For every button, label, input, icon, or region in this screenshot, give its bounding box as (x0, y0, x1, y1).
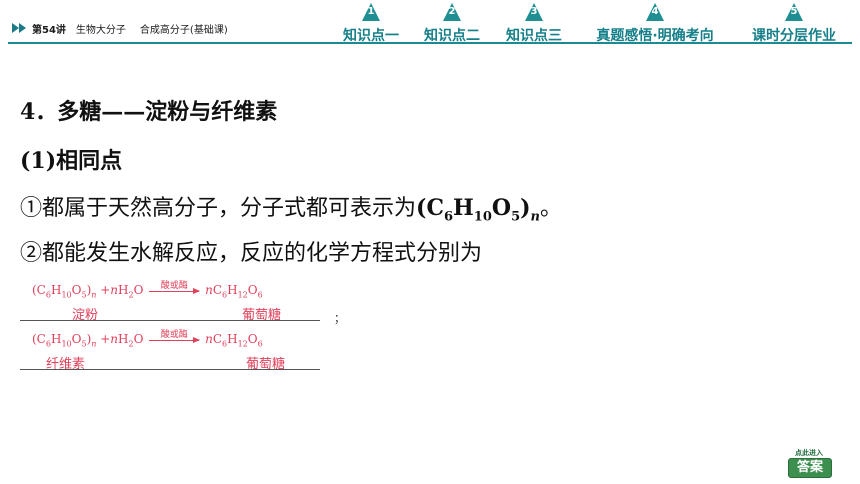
answer-underline (20, 320, 320, 321)
point-1-text: ①都属于天然高分子，分子式都可表示为 (20, 196, 417, 221)
nav-badge-2: 2 (443, 3, 461, 21)
nav-item-knowledge-1[interactable]: 1 知识点一 (336, 0, 406, 48)
point-2: ②都能发生水解反应，反应的化学方程式分别为 (20, 241, 483, 266)
header-divider (8, 42, 852, 44)
nav-badge-5: 5 (785, 3, 803, 21)
section-heading: 4．多糖——淀粉与纤维素 (20, 99, 278, 125)
nav-item-exam-review[interactable]: 4 真题感悟·明确考向 (580, 0, 730, 48)
equation: (C6H10O5)n +nH2O 酸或酶 nC6H12O6 (32, 330, 263, 349)
answer-hint: 点此进入 (795, 449, 823, 457)
subsection-title: (1)相同点 (20, 148, 123, 174)
reaction-arrow: 酸或酶 (149, 281, 201, 294)
nav-item-knowledge-2[interactable]: 2 知识点二 (416, 0, 488, 48)
equation: (C6H10O5)n +nH2O 酸或酶 nC6H12O6 (32, 281, 263, 300)
show-answer-button[interactable]: 点此进入 答案 (786, 448, 832, 478)
nav-badge-4: 4 (646, 3, 664, 21)
reaction-cellulose-hydrolysis: (C6H10O5)n +nH2O 酸或酶 nC6H12O6 纤维素 葡萄糖 (20, 329, 340, 373)
nav-badge-1: 1 (362, 3, 380, 21)
nav-item-homework[interactable]: 5 课时分层作业 (738, 0, 850, 48)
nav-item-knowledge-3[interactable]: 3 知识点三 (498, 0, 570, 48)
answer-label: 答案 (788, 458, 832, 478)
reaction-starch-hydrolysis: (C6H10O5)n +nH2O 酸或酶 nC6H12O6 淀粉 葡萄糖 ； (20, 280, 345, 325)
header-bar: 第54讲 生物大分子 合成高分子(基础课) 1 知识点一 2 知识点二 3 知识… (0, 0, 860, 50)
polysaccharide-formula: (C6H10O5)n (416, 195, 540, 225)
point-1: ①都属于天然高分子，分子式都可表示为(C6H10O5)n。 (20, 195, 562, 225)
reaction-arrow: 酸或酶 (149, 330, 201, 343)
answer-underline (20, 369, 320, 370)
nav-badge-3: 3 (525, 3, 543, 21)
